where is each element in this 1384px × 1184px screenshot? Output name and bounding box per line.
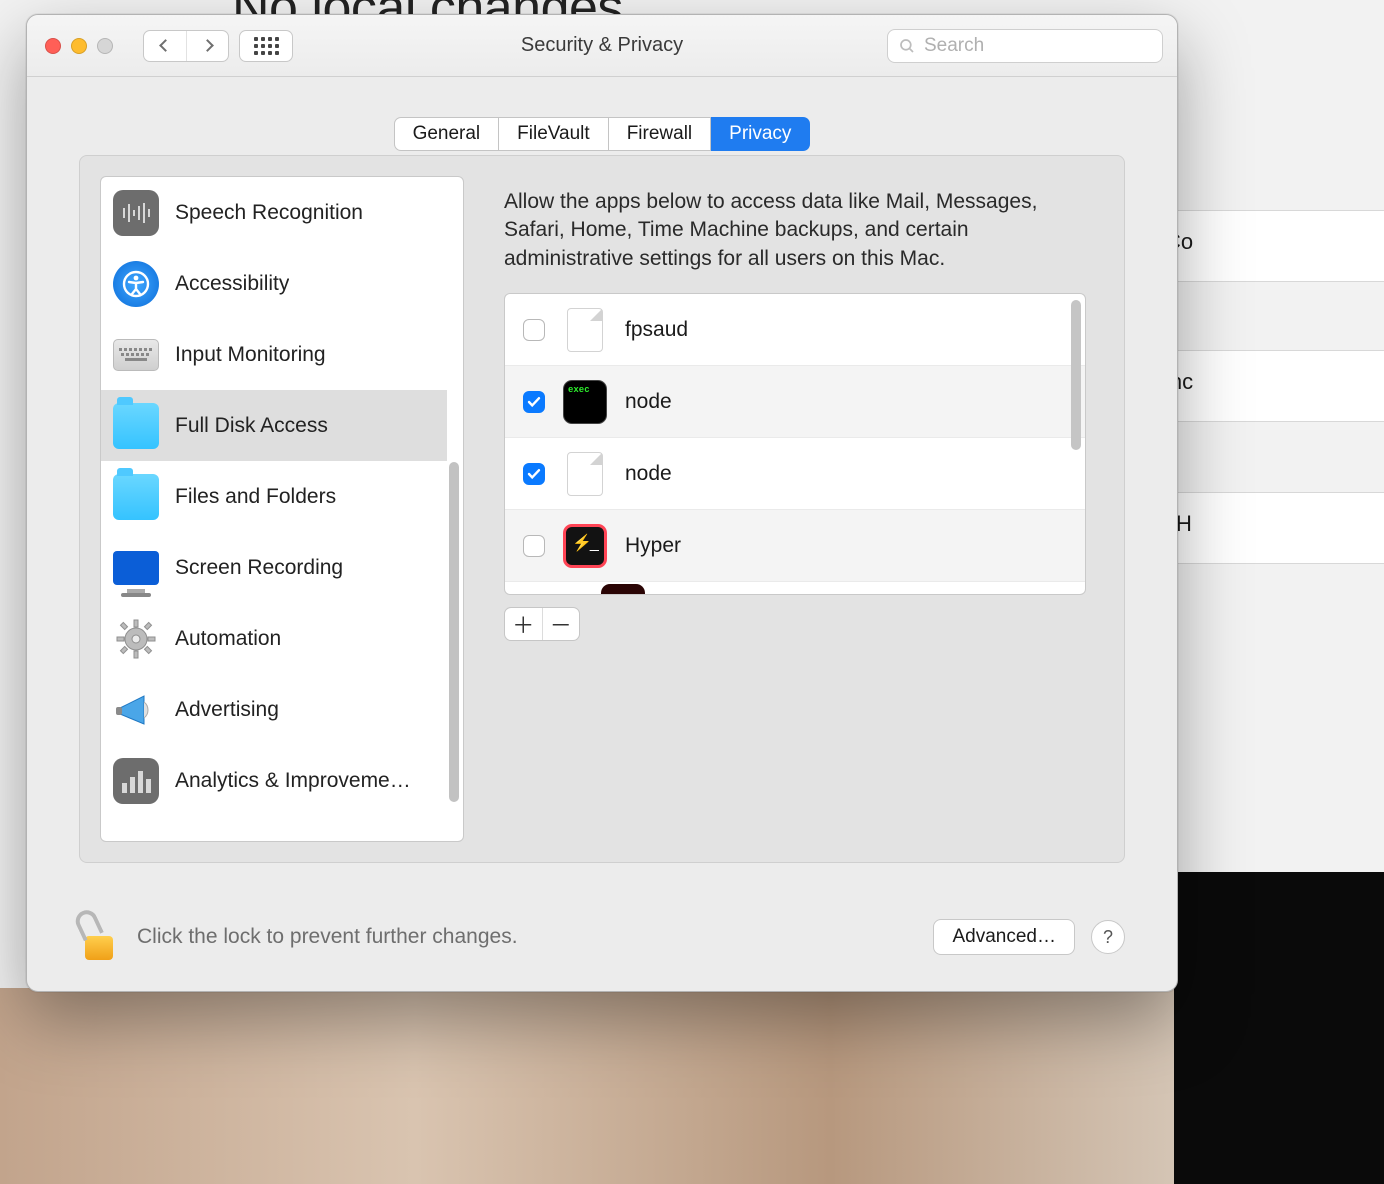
app-row[interactable]: exec node: [505, 366, 1085, 438]
permission-checkbox[interactable]: [523, 535, 545, 557]
folder-icon: [113, 474, 159, 520]
window-controls: [45, 38, 113, 54]
privacy-category-list[interactable]: Speech Recognition Accessibility Input M…: [100, 176, 464, 842]
zoom-window[interactable]: [97, 38, 113, 54]
add-app-button[interactable]: ＋: [505, 608, 542, 640]
sidebar-item-analytics[interactable]: Analytics & Improveme…: [101, 745, 447, 816]
forward-button[interactable]: [186, 31, 228, 61]
back-button[interactable]: [144, 31, 186, 61]
generic-file-icon: [567, 452, 603, 496]
app-name: node: [625, 390, 672, 414]
bg-row-3: itH: [1146, 492, 1384, 564]
search-field[interactable]: [887, 29, 1163, 63]
megaphone-icon: [113, 687, 159, 733]
tab-general[interactable]: General: [394, 117, 500, 151]
permission-checkbox[interactable]: [523, 391, 545, 413]
sidebar-item-label: Accessibility: [175, 272, 289, 296]
display-icon: [113, 551, 159, 585]
barchart-icon: [113, 758, 159, 804]
accessibility-icon: [113, 261, 159, 307]
sidebar-item-advertising[interactable]: Advertising: [101, 674, 447, 745]
search-input[interactable]: [924, 35, 1152, 57]
grid-icon: [254, 37, 279, 55]
sidebar-item-label: Analytics & Improveme…: [175, 769, 411, 793]
sidebar-item-screen-recording[interactable]: Screen Recording: [101, 532, 447, 603]
sidebar-item-speech-recognition[interactable]: Speech Recognition: [101, 177, 447, 248]
app-row[interactable]: Hyper: [505, 510, 1085, 582]
keyboard-icon: [113, 339, 159, 371]
search-icon: [898, 37, 916, 55]
sidebar-item-label: Speech Recognition: [175, 201, 363, 225]
sidebar-item-input-monitoring[interactable]: Input Monitoring: [101, 319, 447, 390]
sidebar-item-automation[interactable]: Automation: [101, 603, 447, 674]
tab-privacy[interactable]: Privacy: [711, 117, 810, 151]
app-icon-peek: [601, 584, 645, 594]
nav-back-forward: [143, 30, 229, 62]
tab-filevault[interactable]: FileVault: [499, 117, 609, 151]
folder-icon: [113, 403, 159, 449]
sidebar-item-label: Automation: [175, 627, 281, 651]
lock-icon: [85, 936, 113, 960]
sidebar-item-files-and-folders[interactable]: Files and Folders: [101, 461, 447, 532]
lock-button[interactable]: [79, 914, 119, 960]
permission-checkbox[interactable]: [523, 319, 545, 341]
bg-row-1: Co: [1146, 210, 1384, 282]
waveform-icon: [113, 190, 159, 236]
sidebar-item-label: Files and Folders: [175, 485, 336, 509]
add-remove-segmented: ＋ －: [504, 607, 580, 641]
minimize-window[interactable]: [71, 38, 87, 54]
app-name: Hyper: [625, 534, 681, 558]
background-dark-panel: [1174, 872, 1384, 1184]
titlebar: Security & Privacy: [27, 15, 1177, 77]
lock-message: Click the lock to prevent further change…: [137, 925, 518, 949]
tab-bar: General FileVault Firewall Privacy: [27, 117, 1177, 151]
sidebar-item-accessibility[interactable]: Accessibility: [101, 248, 447, 319]
chevron-right-icon: [201, 39, 214, 52]
tab-firewall[interactable]: Firewall: [609, 117, 711, 151]
preferences-window: Security & Privacy General FileVault Fir…: [26, 14, 1178, 992]
chevron-left-icon: [159, 39, 172, 52]
show-all-button[interactable]: [239, 30, 293, 62]
app-name: fpsaud: [625, 318, 688, 342]
category-description: Allow the apps below to access data like…: [504, 188, 1086, 273]
footer: Click the lock to prevent further change…: [79, 907, 1125, 967]
app-row-partial: [505, 582, 1085, 595]
app-permission-list[interactable]: fpsaud exec node node Hyper: [504, 293, 1086, 595]
remove-app-button[interactable]: －: [542, 608, 580, 640]
app-row[interactable]: node: [505, 438, 1085, 510]
detail-pane: Allow the apps below to access data like…: [484, 176, 1104, 842]
app-row[interactable]: fpsaud: [505, 294, 1085, 366]
sidebar-item-label: Screen Recording: [175, 556, 343, 580]
app-name: node: [625, 462, 672, 486]
hyper-app-icon: [563, 524, 607, 568]
advanced-button[interactable]: Advanced…: [933, 919, 1075, 955]
sidebar-item-label: Advertising: [175, 698, 279, 722]
close-window[interactable]: [45, 38, 61, 54]
gear-icon: [113, 616, 159, 662]
sidebar-item-label: Full Disk Access: [175, 414, 328, 438]
sidebar-item-label: Input Monitoring: [175, 343, 326, 367]
sidebar-item-full-disk-access[interactable]: Full Disk Access: [101, 390, 447, 461]
help-button[interactable]: ?: [1091, 920, 1125, 954]
bg-row-2: inc: [1146, 350, 1384, 422]
content-panel: Speech Recognition Accessibility Input M…: [79, 155, 1125, 863]
permission-checkbox[interactable]: [523, 463, 545, 485]
generic-file-icon: [567, 308, 603, 352]
terminal-icon: exec: [563, 380, 607, 424]
